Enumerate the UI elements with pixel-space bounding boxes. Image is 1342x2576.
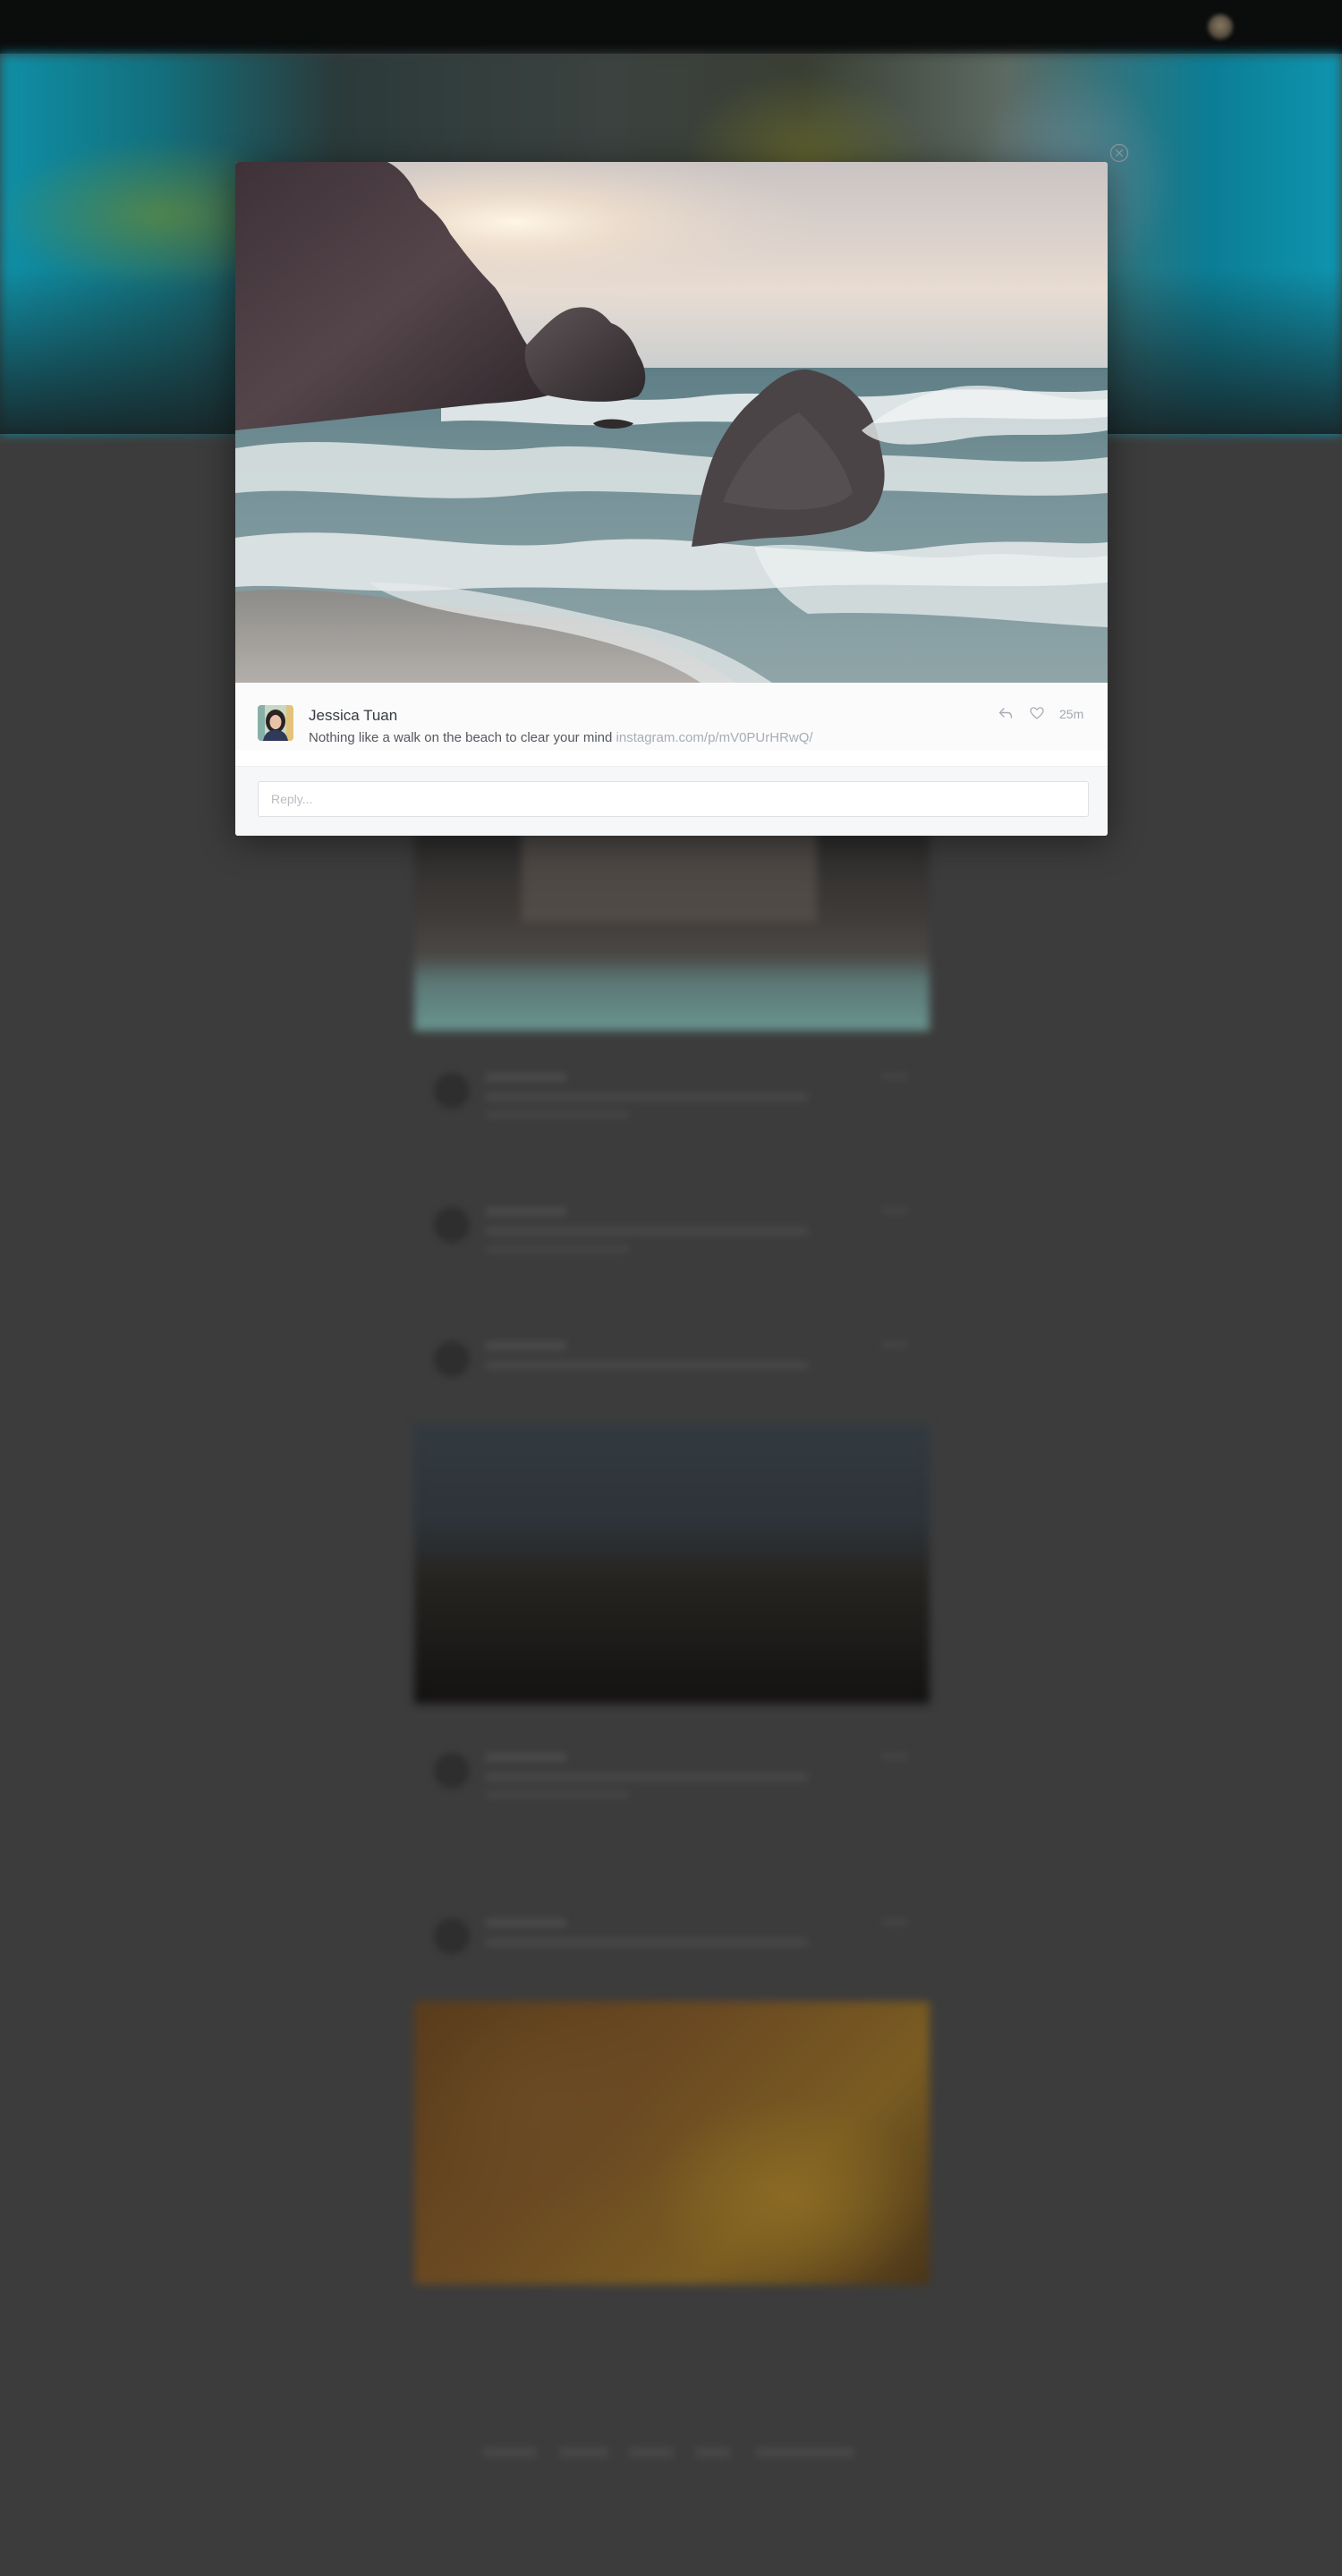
reply-icon[interactable] — [998, 705, 1014, 721]
user-avatar[interactable] — [1208, 14, 1233, 39]
footer-link[interactable] — [695, 2447, 731, 2458]
reply-input[interactable] — [258, 781, 1089, 817]
footer-link[interactable] — [559, 2447, 608, 2458]
feed-post — [434, 1915, 917, 1968]
heart-icon[interactable] — [1029, 705, 1045, 721]
post-link[interactable]: instagram.com/p/mV0PUrHRwQ/ — [616, 730, 813, 745]
author-avatar[interactable] — [258, 705, 293, 741]
caption-text: Nothing like a walk on the beach to clea… — [309, 730, 613, 745]
post-timestamp: 25m — [1059, 707, 1084, 721]
feed-photo[interactable] — [414, 1424, 930, 1704]
feed-photo[interactable] — [414, 832, 930, 1031]
footer-link[interactable] — [629, 2447, 674, 2458]
feed-post — [434, 1749, 917, 1803]
author-name[interactable]: Jessica Tuan — [309, 707, 397, 725]
feed-photo[interactable] — [414, 2002, 930, 2284]
post-photo — [235, 162, 1108, 683]
footer-link[interactable] — [483, 2447, 537, 2458]
feed-post — [434, 1338, 917, 1391]
footer-link[interactable] — [756, 2447, 854, 2458]
feed-post — [434, 1203, 917, 1257]
post-caption: Nothing like a walk on the beach to clea… — [309, 730, 813, 745]
close-icon[interactable] — [1109, 143, 1129, 163]
feed-post — [434, 1069, 917, 1123]
top-navigation-bar — [0, 0, 1342, 54]
